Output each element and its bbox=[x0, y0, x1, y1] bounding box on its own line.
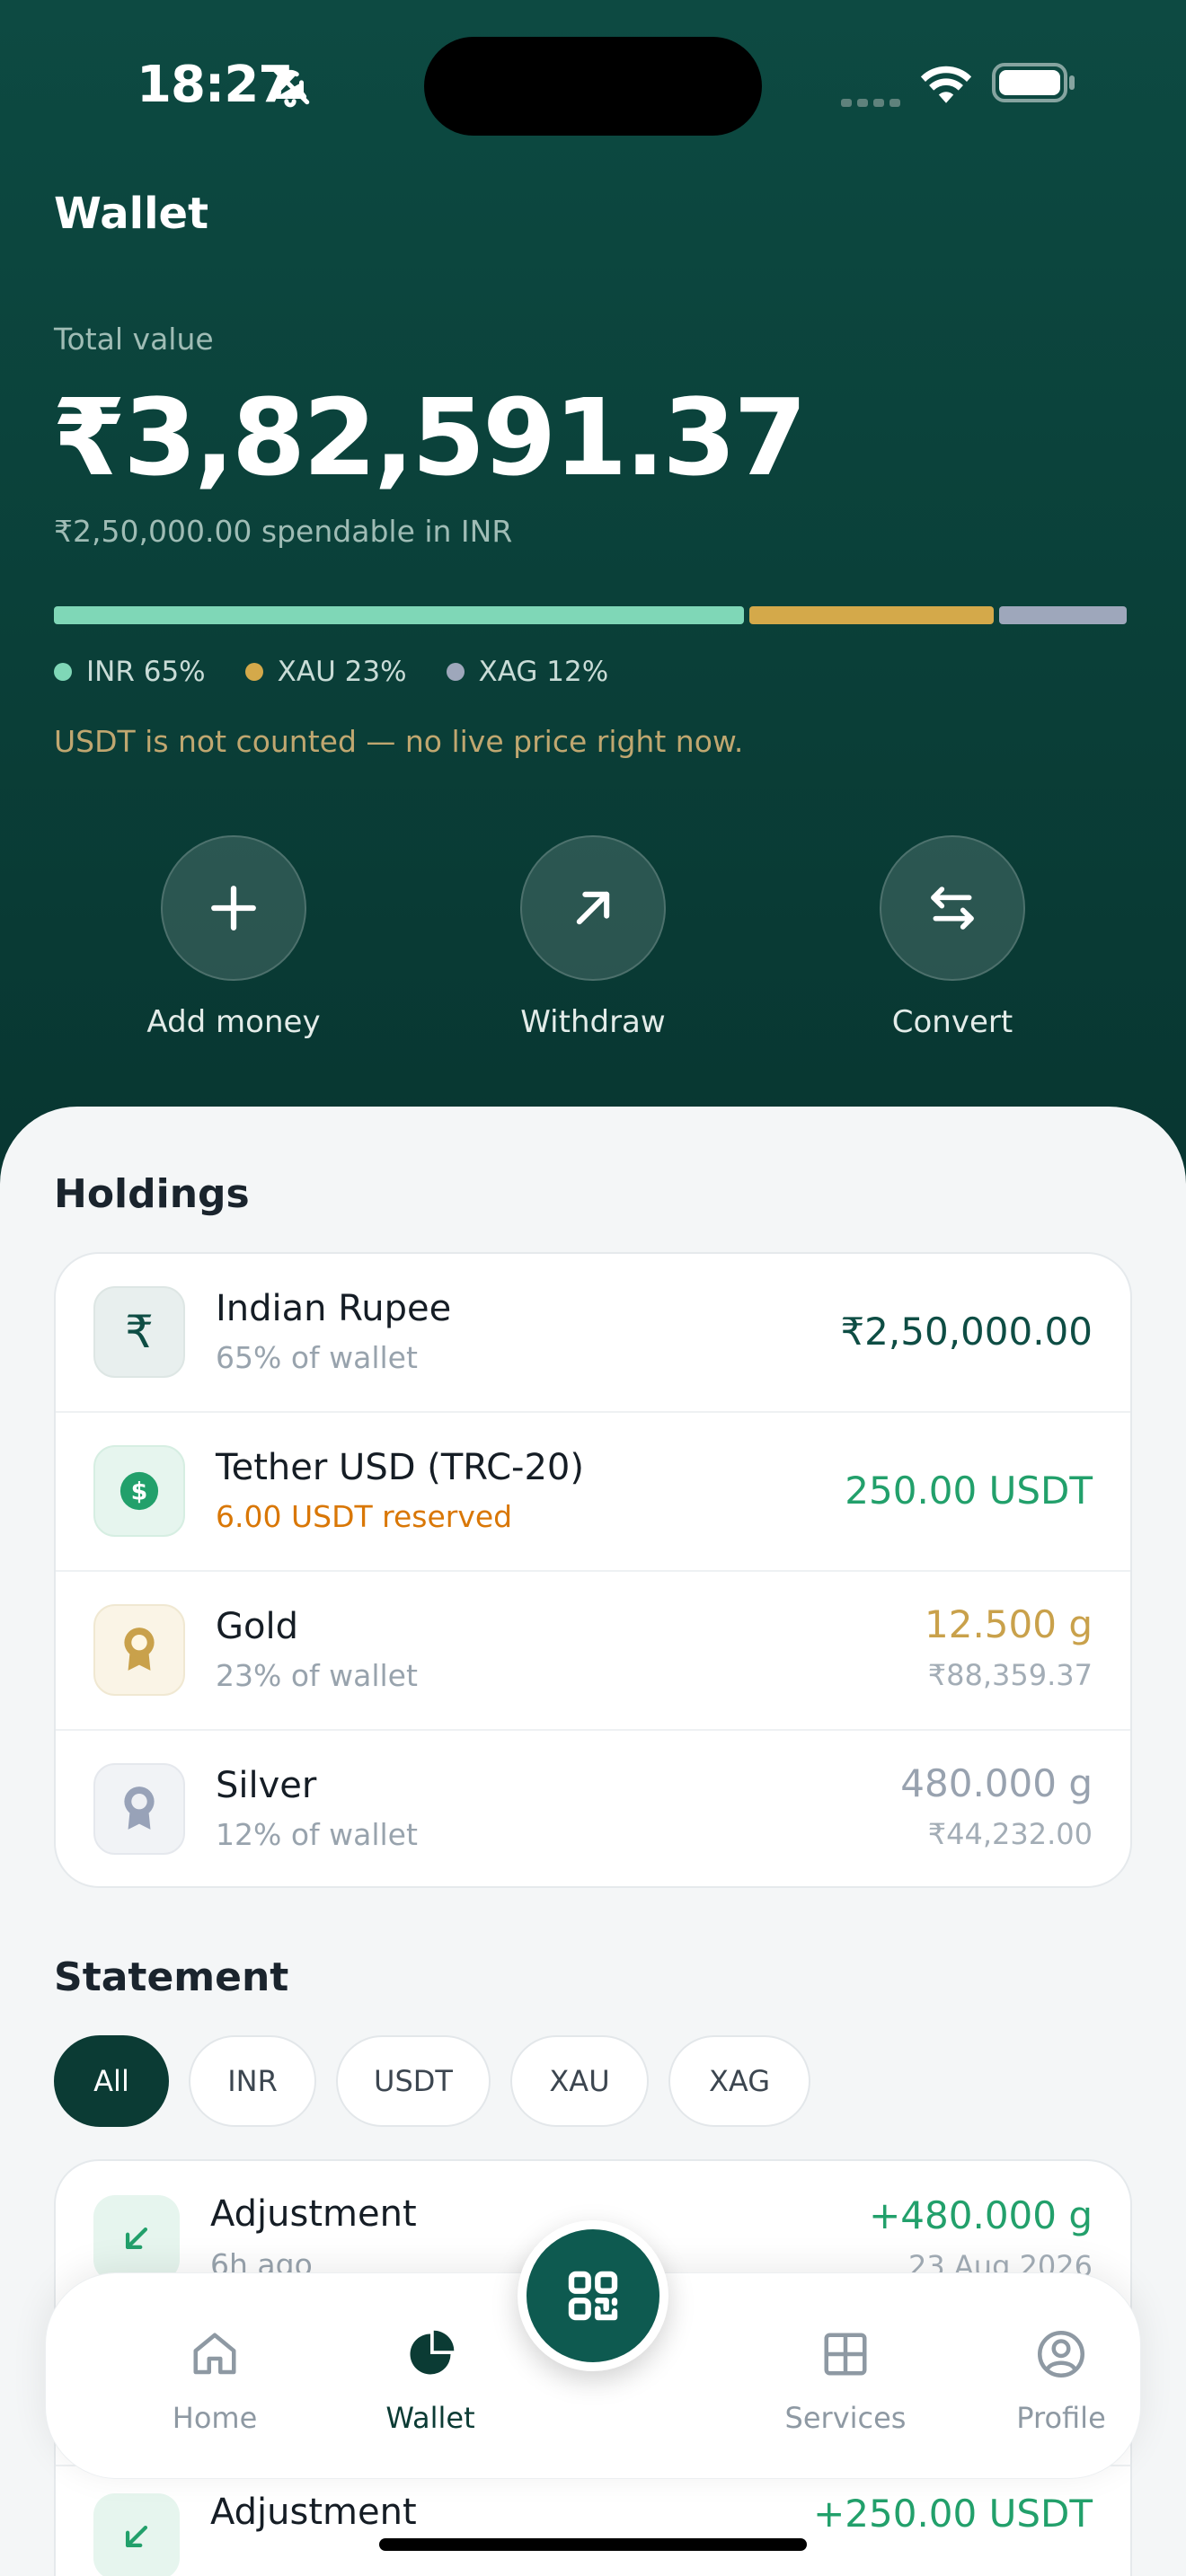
battery-icon bbox=[992, 63, 1075, 102]
legend-item: XAG 12% bbox=[446, 654, 609, 690]
holding-sub: 12% of wallet bbox=[216, 1817, 418, 1852]
holding-name: Gold bbox=[216, 1606, 298, 1647]
holding-sub: 23% of wallet bbox=[216, 1658, 418, 1693]
qr-scan-icon bbox=[568, 2271, 618, 2321]
home-indicator bbox=[379, 2538, 807, 2551]
arrow-down-left-icon bbox=[93, 2493, 180, 2576]
tab-wallet[interactable]: Wallet bbox=[341, 2327, 520, 2435]
silver-medal-icon bbox=[93, 1763, 185, 1855]
filter-chip-usdt[interactable]: USDT bbox=[336, 2035, 491, 2127]
arrow-up-right-icon bbox=[576, 891, 610, 925]
legend-item: INR 65% bbox=[54, 654, 206, 690]
total-value: ₹3,82,591.37 bbox=[52, 375, 807, 499]
legend-item: XAU 23% bbox=[244, 654, 407, 690]
holding-value: 480.000 g bbox=[900, 1761, 1093, 1805]
legend-label: XAU 23% bbox=[277, 656, 407, 688]
tab-label: Services bbox=[784, 2401, 907, 2435]
allocation-segment bbox=[749, 606, 995, 624]
tab-label: Home bbox=[172, 2401, 258, 2435]
page-title: Wallet bbox=[54, 189, 209, 239]
status-bar: 18:27 bbox=[0, 0, 1186, 171]
withdraw-circle[interactable] bbox=[520, 835, 666, 981]
total-value-label: Total value bbox=[54, 322, 214, 357]
legend-label: INR 65% bbox=[86, 656, 206, 688]
allocation-legend: INR 65% XAU 23% XAG 12% bbox=[54, 654, 608, 690]
allocation-bar bbox=[54, 606, 1127, 624]
legend-dot bbox=[446, 663, 465, 681]
transaction-title: Adjustment bbox=[210, 2492, 417, 2533]
svg-text:$: $ bbox=[131, 1478, 148, 1506]
tab-home[interactable]: Home bbox=[125, 2327, 305, 2435]
withdraw-button[interactable]: Withdraw bbox=[467, 835, 719, 1040]
transaction-title: Adjustment bbox=[210, 2193, 417, 2235]
holdings-card: ₹ Indian Rupee 65% of wallet ₹2,50,000.0… bbox=[54, 1252, 1132, 1888]
allocation-segment bbox=[999, 606, 1127, 624]
home-icon bbox=[193, 2333, 236, 2375]
scan-qr-button[interactable] bbox=[518, 2220, 668, 2371]
usdt-notice: USDT is not counted — no live price righ… bbox=[54, 724, 744, 759]
grid-icon bbox=[824, 2333, 867, 2376]
tab-label: Wallet bbox=[385, 2401, 475, 2435]
holding-row-gold[interactable]: Gold 23% of wallet 12.500 g ₹88,359.37 bbox=[56, 1572, 1130, 1731]
holding-name: Tether USD (TRC-20) bbox=[216, 1447, 584, 1488]
add-money-label: Add money bbox=[146, 1004, 321, 1040]
legend-dot bbox=[54, 663, 72, 681]
rupee-icon: ₹ bbox=[93, 1286, 185, 1378]
holdings-title: Holdings bbox=[54, 1171, 250, 1217]
transaction-row[interactable]: Adjustment +250.00 USDT bbox=[56, 2466, 1130, 2576]
holding-sub: 65% of wallet bbox=[216, 1340, 418, 1375]
transaction-amount: +480.000 g bbox=[869, 2193, 1093, 2237]
holding-name: Silver bbox=[216, 1765, 317, 1806]
legend-dot bbox=[244, 663, 263, 681]
dynamic-island bbox=[424, 37, 762, 136]
statement-title: Statement bbox=[54, 1954, 289, 2000]
holding-value-inr: ₹44,232.00 bbox=[927, 1817, 1093, 1851]
transaction-amount: +250.00 USDT bbox=[813, 2492, 1093, 2536]
wallet-pie-icon bbox=[410, 2330, 455, 2375]
add-money-button[interactable]: Add money bbox=[108, 835, 359, 1040]
holding-sub: 6.00 USDT reserved bbox=[216, 1499, 513, 1534]
holding-value: 12.500 g bbox=[925, 1602, 1093, 1646]
swap-icon bbox=[931, 887, 974, 930]
spendable-amount: ₹2,50,000.00 spendable in INR bbox=[54, 514, 513, 549]
convert-circle[interactable] bbox=[880, 835, 1025, 981]
tab-label: Profile bbox=[1016, 2401, 1106, 2435]
wallet-hero: 18:27 Wallet Total value ₹3,82,591.37 ₹2… bbox=[0, 0, 1186, 1186]
profile-icon bbox=[1038, 2331, 1084, 2378]
arrow-down-left-icon bbox=[93, 2195, 180, 2281]
tab-services[interactable]: Services bbox=[756, 2327, 935, 2435]
holding-row-inr[interactable]: ₹ Indian Rupee 65% of wallet ₹2,50,000.0… bbox=[56, 1254, 1130, 1413]
filter-chip-xau[interactable]: XAU bbox=[510, 2035, 649, 2127]
legend-label: XAG 12% bbox=[478, 656, 609, 688]
add-money-circle[interactable] bbox=[161, 835, 306, 981]
convert-label: Convert bbox=[891, 1004, 1013, 1040]
filter-chip-all[interactable]: All bbox=[54, 2035, 169, 2127]
holding-value-inr: ₹88,359.37 bbox=[927, 1658, 1093, 1692]
allocation-segment bbox=[54, 606, 745, 624]
withdraw-label: Withdraw bbox=[520, 1004, 666, 1040]
filter-chip-inr[interactable]: INR bbox=[189, 2035, 316, 2127]
holding-name: Indian Rupee bbox=[216, 1288, 452, 1329]
gold-medal-icon bbox=[93, 1604, 185, 1696]
holding-value: ₹2,50,000.00 bbox=[840, 1310, 1093, 1354]
filter-chip-xag[interactable]: XAG bbox=[668, 2035, 810, 2127]
holding-row-usdt[interactable]: $ Tether USD (TRC-20) 6.00 USDT reserved… bbox=[56, 1413, 1130, 1572]
holding-row-silver[interactable]: Silver 12% of wallet 480.000 g ₹44,232.0… bbox=[56, 1731, 1130, 1886]
statement-filters: All INR USDT XAU XAG bbox=[54, 2035, 810, 2127]
holding-value: 250.00 USDT bbox=[845, 1469, 1093, 1513]
convert-button[interactable]: Convert bbox=[827, 835, 1078, 1040]
bell-off-icon bbox=[270, 66, 310, 108]
dollar-coin-icon: $ bbox=[93, 1445, 185, 1537]
plus-icon bbox=[211, 886, 256, 931]
wifi-icon bbox=[920, 66, 972, 103]
tab-profile[interactable]: Profile bbox=[971, 2327, 1151, 2435]
signal-icon bbox=[841, 93, 906, 110]
